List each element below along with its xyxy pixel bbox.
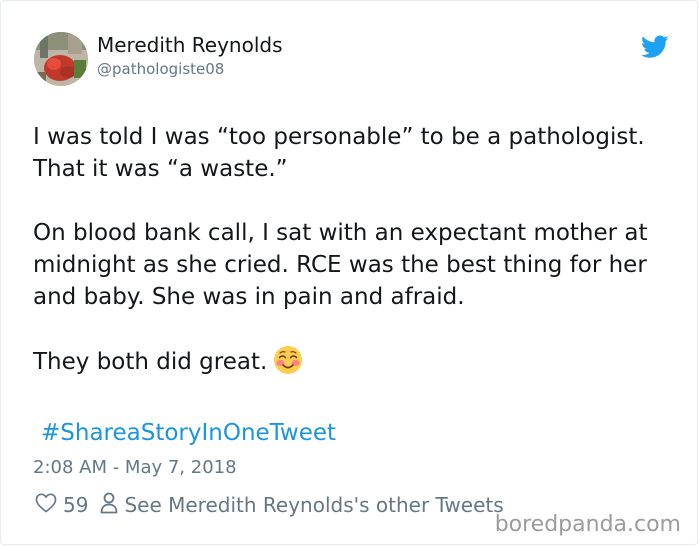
hashtag-link[interactable]: #ShareaStoryInOneTweet [41, 420, 336, 446]
tweet-timestamp[interactable]: 2:08 AM - May 7, 2018 [33, 457, 237, 478]
smiling-face-with-blush-emoji [273, 345, 303, 375]
tweet-paragraph-text: They both did great. [33, 349, 268, 375]
tweet-paragraph: They both did great. [33, 345, 673, 378]
person-icon [100, 492, 118, 519]
display-name[interactable]: Meredith Reynolds [97, 33, 283, 57]
tweet-paragraph: I was told I was “too personable” to be … [33, 124, 645, 182]
tweet-text: I was told I was “too personable” to be … [33, 121, 673, 378]
tweet-actions: 59 See Meredith Reynolds's other Tweets [35, 491, 504, 519]
watermark: boredpanda.com [494, 512, 681, 537]
like-count: 59 [63, 493, 89, 517]
heart-icon [35, 493, 57, 518]
other-tweets-link[interactable]: See Meredith Reynolds's other Tweets [100, 492, 504, 519]
like-button[interactable]: 59 [35, 493, 88, 518]
tweet-card: Meredith Reynolds @pathologiste08 I was … [0, 0, 698, 545]
other-tweets-label: See Meredith Reynolds's other Tweets [124, 493, 504, 517]
tweet-paragraph: On blood bank call, I sat with an expect… [33, 220, 648, 310]
user-handle[interactable]: @pathologiste08 [97, 60, 224, 78]
twitter-bird-icon[interactable] [641, 35, 669, 59]
avatar[interactable] [34, 32, 88, 86]
